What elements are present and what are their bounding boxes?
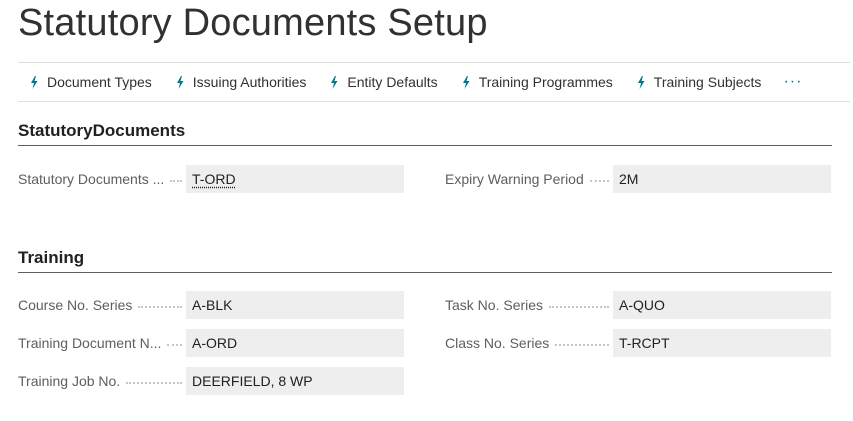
field-label: Task No. Series bbox=[445, 297, 613, 313]
training-job-no-input[interactable]: DEERFIELD, 8 WP bbox=[186, 367, 404, 395]
field-value-text: A-QUO bbox=[619, 297, 665, 313]
task-no-series-input[interactable]: A-QUO bbox=[613, 291, 831, 319]
field-value-text: T-ORD bbox=[192, 171, 236, 187]
field-value-text: T-RCPT bbox=[619, 335, 670, 351]
course-no-series-input[interactable]: A-BLK bbox=[186, 291, 404, 319]
action-training-programmes[interactable]: Training Programmes bbox=[462, 74, 613, 90]
field-label-text: Statutory Documents ... bbox=[18, 171, 165, 187]
field-label-text: Task No. Series bbox=[445, 297, 544, 313]
action-issuing-authorities[interactable]: Issuing Authorities bbox=[176, 74, 307, 90]
label-leader-dots bbox=[167, 344, 182, 346]
field-training-job-no: Training Job No. DEERFIELD, 8 WP bbox=[18, 367, 404, 395]
field-value-text: A-ORD bbox=[192, 335, 238, 351]
action-label: Entity Defaults bbox=[347, 74, 438, 90]
action-training-subjects[interactable]: Training Subjects bbox=[637, 74, 762, 90]
training-document-no-input[interactable]: A-ORD bbox=[186, 329, 404, 357]
field-value-text: 2M bbox=[619, 171, 639, 187]
action-bar: Document Types Issuing Authorities Entit… bbox=[18, 62, 850, 102]
section-title-statutory-documents[interactable]: StatutoryDocuments bbox=[18, 121, 832, 146]
field-label-text: Expiry Warning Period bbox=[445, 171, 584, 187]
field-task-no-series: Task No. Series A-QUO bbox=[445, 291, 831, 319]
action-label: Document Types bbox=[47, 74, 152, 90]
action-entity-defaults[interactable]: Entity Defaults bbox=[330, 74, 438, 90]
field-expiry-warning-period: Expiry Warning Period 2M bbox=[445, 165, 831, 193]
label-leader-dots bbox=[126, 382, 182, 384]
lightning-icon bbox=[637, 75, 645, 89]
field-course-no-series: Course No. Series A-BLK bbox=[18, 291, 404, 319]
lightning-icon bbox=[31, 75, 38, 89]
label-leader-dots bbox=[170, 180, 182, 182]
field-label-text: Class No. Series bbox=[445, 335, 550, 351]
action-label: Training Subjects bbox=[653, 74, 762, 90]
field-label-text: Training Document N... bbox=[18, 335, 162, 351]
class-no-series-input[interactable]: T-RCPT bbox=[613, 329, 831, 357]
field-value-text: DEERFIELD, 8 WP bbox=[192, 373, 313, 389]
field-label: Training Document N... bbox=[18, 335, 186, 351]
page: Statutory Documents Setup Document Types… bbox=[0, 0, 853, 421]
field-label: Class No. Series bbox=[445, 335, 613, 351]
field-label-text: Training Job No. bbox=[18, 373, 121, 389]
lightning-icon bbox=[462, 75, 470, 89]
field-label: Statutory Documents ... bbox=[18, 171, 186, 187]
action-document-types[interactable]: Document Types bbox=[30, 74, 152, 90]
field-value-text: A-BLK bbox=[192, 297, 233, 313]
statutory-documents-input[interactable]: T-ORD bbox=[186, 165, 404, 193]
label-leader-dots bbox=[589, 180, 609, 182]
more-actions-button[interactable]: ··· bbox=[783, 73, 802, 91]
label-leader-dots bbox=[138, 306, 182, 308]
action-label: Training Programmes bbox=[478, 74, 613, 90]
lightning-icon bbox=[331, 75, 338, 89]
lightning-icon bbox=[176, 75, 184, 89]
section-title-training[interactable]: Training bbox=[18, 248, 832, 273]
field-label-text: Course No. Series bbox=[18, 297, 133, 313]
page-title: Statutory Documents Setup bbox=[18, 2, 488, 44]
field-training-document-no: Training Document N... A-ORD bbox=[18, 329, 404, 357]
expiry-warning-period-input[interactable]: 2M bbox=[613, 165, 831, 193]
field-label: Course No. Series bbox=[18, 297, 186, 313]
field-label: Expiry Warning Period bbox=[445, 171, 613, 187]
field-label: Training Job No. bbox=[18, 373, 186, 389]
field-class-no-series: Class No. Series T-RCPT bbox=[445, 329, 831, 357]
field-statutory-documents: Statutory Documents ... T-ORD bbox=[18, 165, 404, 193]
action-label: Issuing Authorities bbox=[192, 74, 307, 90]
label-leader-dots bbox=[555, 344, 609, 346]
label-leader-dots bbox=[549, 306, 609, 308]
